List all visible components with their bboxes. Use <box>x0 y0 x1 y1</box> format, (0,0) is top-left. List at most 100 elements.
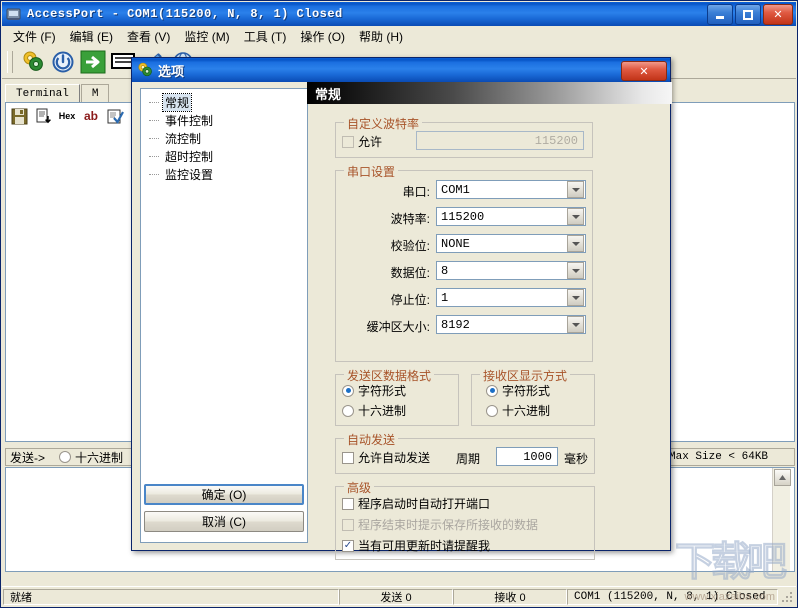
custom-baud-enable-label: 允许 <box>358 135 383 149</box>
checkbox-icon <box>342 518 354 531</box>
auto-send-group: 自动发送 允许自动发送 周期 1000 毫秒 <box>335 431 595 474</box>
status-bar: 就绪 发送 0 接收 0 COM1 (115200, N, 8, 1) Clos… <box>2 586 796 606</box>
auto-open-port-checkbox[interactable]: 程序启动时自动打开端口 <box>342 495 490 512</box>
chevron-down-icon[interactable] <box>567 316 584 333</box>
radio-ring-icon <box>486 384 498 397</box>
options-dialog: 选项 ✕ 常规 事件控制 流控制 超时控制 监控设置 确定 (O) 取消 (C) <box>131 57 672 560</box>
tree-item-general[interactable]: 常规 <box>145 92 307 112</box>
recv-format-group: 接收区显示方式 字符形式 十六进制 <box>471 367 595 426</box>
radio-ring-icon <box>342 384 354 397</box>
prompt-save-data-checkbox: 程序结束时提示保存所接收的数据 <box>342 516 538 533</box>
maximize-button[interactable] <box>735 4 761 25</box>
scroll-up-arrow-icon[interactable] <box>774 469 791 486</box>
toolbar-grip[interactable] <box>7 51 13 73</box>
hex-icon[interactable]: Hex <box>56 106 78 126</box>
radio-ring-icon <box>342 404 354 417</box>
app-icon <box>5 5 23 23</box>
auto-send-title: 自动发送 <box>344 431 399 448</box>
tab-monitor[interactable]: M <box>80 84 110 102</box>
port-combobox[interactable]: COM1 <box>436 180 586 199</box>
checkbox-icon <box>342 451 354 464</box>
menu-item-file[interactable]: 文件 (F) <box>6 26 63 47</box>
menu-item-edit[interactable]: 编辑 (E) <box>63 26 120 47</box>
menu-item-monitor[interactable]: 监控 (M) <box>177 26 236 47</box>
port-label: 串口: <box>402 185 430 199</box>
parity-combobox[interactable]: NONE <box>436 234 586 253</box>
options-tree[interactable]: 常规 事件控制 流控制 超时控制 监控设置 <box>140 88 308 543</box>
tree-item-flow-control[interactable]: 流控制 <box>145 129 307 147</box>
menu-item-view[interactable]: 查看 (V) <box>120 26 177 47</box>
serial-settings-group: 串口设置 串口: COM1 波特率: 115200 校验位: NONE 数据位: <box>335 163 593 362</box>
auto-send-enable-checkbox[interactable]: 允许自动发送 <box>342 449 430 466</box>
advanced-group: 高级 程序启动时自动打开端口 程序结束时提示保存所接收的数据 ✓ 当有可用更新时… <box>335 479 595 560</box>
window-title: AccessPort - COM1(115200, N, 8, 1) Close… <box>27 7 343 21</box>
parity-value: NONE <box>441 236 470 251</box>
status-sent: 发送 0 <box>339 588 453 605</box>
checkbox-icon <box>342 497 354 510</box>
databits-combobox[interactable]: 8 <box>436 261 586 280</box>
advanced-title: 高级 <box>344 479 375 496</box>
tree-item-monitor-settings[interactable]: 监控设置 <box>145 165 307 183</box>
export-icon[interactable] <box>32 106 54 126</box>
chevron-down-icon[interactable] <box>567 262 584 279</box>
tree-item-timeout-control[interactable]: 超时控制 <box>145 147 307 165</box>
cancel-button[interactable]: 取消 (C) <box>144 511 304 532</box>
period-input[interactable]: 1000 <box>496 447 558 466</box>
dialog-gears-icon <box>136 61 154 79</box>
dialog-close-button[interactable]: ✕ <box>621 61 667 81</box>
settings-gears-icon[interactable] <box>18 48 48 76</box>
send-format-hex-radio[interactable]: 十六进制 <box>342 402 406 419</box>
menu-item-operate[interactable]: 操作 (O) <box>293 26 352 47</box>
status-received: 接收 0 <box>453 588 567 605</box>
clear-icon[interactable] <box>104 106 126 126</box>
close-button[interactable]: ✕ <box>763 4 793 25</box>
baudrate-label: 波特率: <box>390 212 430 226</box>
custom-baud-enable-checkbox[interactable]: 允许 <box>342 133 382 150</box>
radio-ring-icon <box>59 451 72 463</box>
buffersize-label: 缓冲区大小: <box>366 320 430 334</box>
send-format-char-radio[interactable]: 字符形式 <box>342 382 406 399</box>
ab-icon[interactable]: ab <box>80 106 102 126</box>
chevron-down-icon[interactable] <box>567 181 584 198</box>
menu-item-help[interactable]: 帮助 (H) <box>352 26 410 47</box>
custom-baud-group: 自定义波特率 允许 115200 <box>335 115 593 158</box>
stopbits-combobox[interactable]: 1 <box>436 288 586 307</box>
buffersize-value: 8192 <box>441 317 470 332</box>
buffersize-combobox[interactable]: 8192 <box>436 315 586 334</box>
terminal-tabstrip: Terminal M <box>5 84 110 102</box>
window-controls: ✕ <box>707 4 793 25</box>
tree-item-event-control[interactable]: 事件控制 <box>145 111 307 129</box>
status-ready: 就绪 <box>3 588 339 605</box>
baudrate-combobox[interactable]: 115200 <box>436 207 586 226</box>
power-icon[interactable] <box>48 48 78 76</box>
custom-baud-title: 自定义波特率 <box>344 115 423 132</box>
stopbits-label: 停止位: <box>390 293 430 307</box>
application-window: AccessPort - COM1(115200, N, 8, 1) Close… <box>0 0 798 608</box>
send-hex-radio[interactable]: 十六进制 <box>59 449 123 466</box>
radio-ring-icon <box>486 404 498 417</box>
recv-format-char-radio[interactable]: 字符形式 <box>486 382 550 399</box>
dialog-title: 选项 <box>158 63 185 79</box>
recv-format-hex-radio[interactable]: 十六进制 <box>486 402 550 419</box>
resize-grip[interactable] <box>780 590 794 604</box>
save-icon[interactable] <box>8 106 30 126</box>
stopbits-value: 1 <box>441 290 449 305</box>
menu-bar: 文件 (F) 编辑 (E) 查看 (V) 监控 (M) 工具 (T) 操作 (O… <box>2 26 796 46</box>
port-value: COM1 <box>441 182 470 197</box>
chevron-down-icon[interactable] <box>567 235 584 252</box>
update-reminder-checkbox[interactable]: ✓ 当有可用更新时请提醒我 <box>342 537 490 554</box>
dialog-right-panel: 常规 自定义波特率 允许 115200 串口设置 串口: COM1 波特率: 1… <box>307 82 672 560</box>
send-format-group: 发送区数据格式 字符形式 十六进制 <box>335 367 459 426</box>
status-port: COM1 (115200, N, 8, 1) Closed <box>567 588 778 605</box>
menu-item-tools[interactable]: 工具 (T) <box>237 26 294 47</box>
chevron-down-icon[interactable] <box>567 208 584 225</box>
tab-terminal[interactable]: Terminal <box>5 84 80 102</box>
ok-button[interactable]: 确定 (O) <box>144 484 304 505</box>
checkbox-icon <box>342 135 354 148</box>
baudrate-value: 115200 <box>441 209 485 224</box>
green-arrow-icon[interactable] <box>78 48 108 76</box>
send-pane-scrollbar[interactable] <box>772 468 791 571</box>
chevron-down-icon[interactable] <box>567 289 584 306</box>
minimize-button[interactable] <box>707 4 733 25</box>
custom-baud-value-input[interactable]: 115200 <box>416 131 584 150</box>
